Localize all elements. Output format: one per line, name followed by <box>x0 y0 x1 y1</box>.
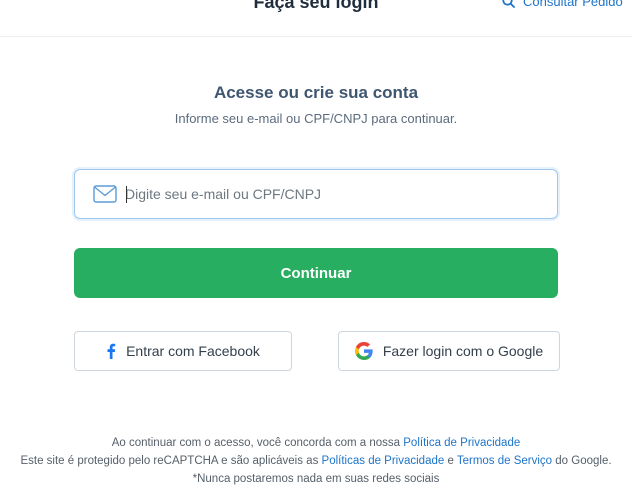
privacy-policy-link[interactable]: Política de Privacidade <box>403 437 520 449</box>
continue-button[interactable]: Continuar <box>74 248 558 298</box>
facebook-icon <box>106 343 116 359</box>
google-icon <box>354 342 373 360</box>
consult-order-link[interactable]: Consultar Pedido <box>502 0 623 9</box>
mail-icon <box>93 185 117 203</box>
recaptcha-text-b: e <box>444 455 457 467</box>
recaptcha-text-c: do Google. <box>552 455 612 467</box>
facebook-login-label: Entrar com Facebook <box>126 343 260 359</box>
email-input[interactable] <box>125 183 535 205</box>
google-login-label: Fazer login com o Google <box>382 343 544 359</box>
facebook-login-button[interactable]: Entrar com Facebook <box>74 331 292 371</box>
recaptcha-text-a: Este site é protegido pelo reCAPTCHA e s… <box>20 455 322 467</box>
privacy-notice-text: Ao continuar com o acesso, você concorda… <box>111 437 404 449</box>
google-terms-link[interactable]: Termos de Serviço <box>457 455 552 467</box>
google-login-button[interactable]: Fazer login com o Google <box>338 331 560 371</box>
email-field-container[interactable] <box>74 169 558 219</box>
recaptcha-notice: Este site é protegido pelo reCAPTCHA e s… <box>0 455 632 467</box>
privacy-notice: Ao continuar com o acesso, você concorda… <box>0 437 632 449</box>
login-subheading: Informe seu e-mail ou CPF/CNPJ para cont… <box>174 111 458 126</box>
social-disclaimer: *Nunca postaremos nada em suas redes soc… <box>192 473 440 485</box>
google-privacy-link[interactable]: Políticas de Privacidade <box>322 455 445 467</box>
top-bar: Faça seu login Consultar Pedido <box>0 0 632 37</box>
text-cursor <box>126 186 127 203</box>
login-heading: Acesse ou crie sua conta <box>213 83 419 102</box>
consult-order-label: Consultar Pedido <box>523 0 623 9</box>
search-icon <box>502 0 515 8</box>
